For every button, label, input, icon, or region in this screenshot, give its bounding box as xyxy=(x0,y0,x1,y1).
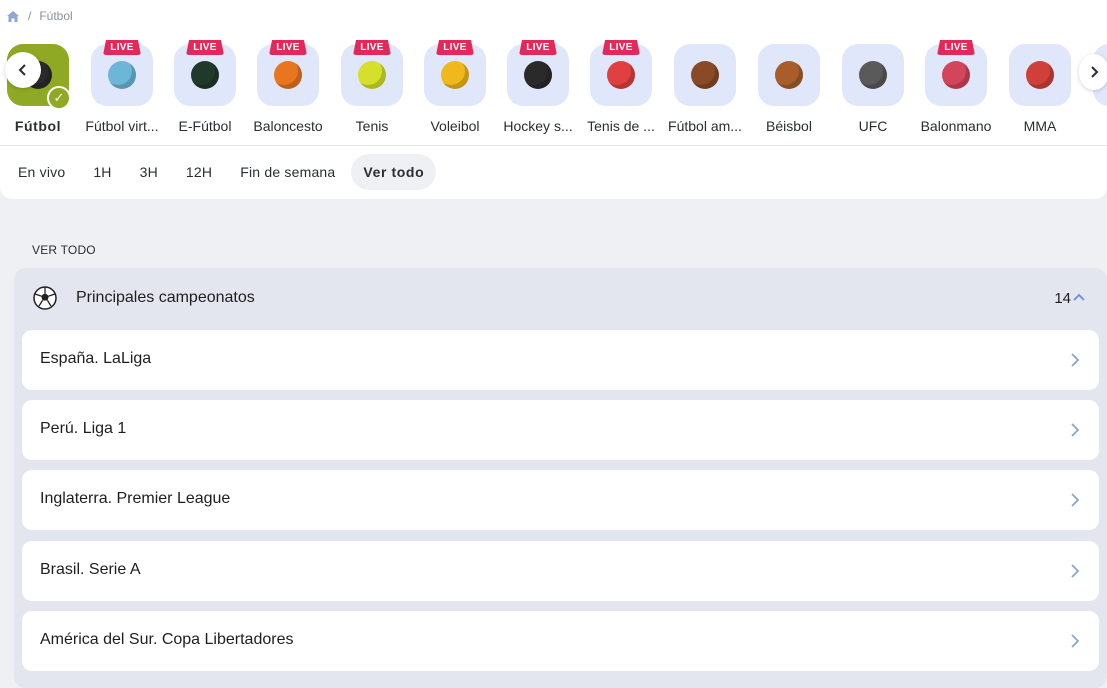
sport-name: Fútbol am... xyxy=(668,118,742,134)
carousel-prev-button[interactable] xyxy=(5,52,41,88)
chevron-right-icon xyxy=(1091,66,1099,78)
sport-tile: LIVE xyxy=(925,40,987,106)
handball-icon xyxy=(942,61,970,89)
filter-1h[interactable]: 1H xyxy=(81,154,123,190)
sport-item[interactable]: Béisbol xyxy=(747,42,831,138)
league-row[interactable]: Perú. Liga 1 xyxy=(22,400,1099,460)
filter-ver-todo[interactable]: Ver todo xyxy=(351,154,437,190)
sport-tile: LIVE xyxy=(507,40,569,106)
sport-name: Tenis de ... xyxy=(587,118,655,134)
sport-item[interactable]: LIVE Voleibol xyxy=(413,40,497,138)
live-badge: LIVE xyxy=(436,40,474,55)
sport-name: Fútbol virt... xyxy=(85,118,159,134)
sport-name: Béisbol xyxy=(766,118,812,134)
home-icon[interactable] xyxy=(6,10,20,23)
breadcrumb: / Fútbol xyxy=(6,7,73,25)
top-panel: / Fútbol ✓ Fútbol LIVE Fútbol virt... LIVE E-… xyxy=(0,0,1107,199)
ufc-glove-icon xyxy=(859,61,887,89)
chevron-up-icon[interactable] xyxy=(1073,293,1085,301)
group-name: Principales campeonatos xyxy=(76,289,255,306)
league-name: Brasil. Serie A xyxy=(40,561,141,578)
sport-item[interactable]: LIVE Balonmano xyxy=(914,40,998,138)
checkmark-icon: ✓ xyxy=(47,86,71,110)
chevron-right-icon xyxy=(1071,423,1079,437)
filter-en-vivo[interactable]: En vivo xyxy=(6,154,77,190)
tennis-ball-icon xyxy=(358,61,386,89)
sport-item[interactable]: LIVE Hockey s... xyxy=(496,40,580,138)
sport-name: MMA xyxy=(1023,118,1057,134)
championships-group: Principales campeonatos 14 España. LaLig… xyxy=(14,268,1107,688)
group-count: 14 xyxy=(1054,290,1071,307)
soccer-ball-icon xyxy=(33,286,57,310)
filter-fin-de-semana[interactable]: Fin de semana xyxy=(228,154,347,190)
sport-tile: LIVE xyxy=(174,40,236,106)
time-filters: En vivo 1H 3H 12H Fin de semana Ver todo xyxy=(6,154,440,190)
chevron-right-icon xyxy=(1071,353,1079,367)
group-header[interactable]: Principales campeonatos 14 xyxy=(14,268,1107,330)
chevron-right-icon xyxy=(1071,493,1079,507)
virtual-football-icon xyxy=(108,61,136,89)
live-badge: LIVE xyxy=(269,40,307,55)
sport-name: D xyxy=(1082,118,1107,134)
sport-name: E-Fútbol xyxy=(178,118,232,134)
sport-name: Balonmano xyxy=(920,118,992,134)
breadcrumb-current[interactable]: Fútbol xyxy=(39,9,72,23)
sport-item[interactable]: Fútbol am... xyxy=(663,42,747,138)
mma-glove-icon xyxy=(1026,61,1054,89)
baseball-icon xyxy=(775,61,803,89)
sports-carousel: ✓ Fútbol LIVE Fútbol virt... LIVE E-Fútbol LIV… xyxy=(0,40,1107,138)
sport-name: Tenis xyxy=(355,118,389,134)
live-badge: LIVE xyxy=(519,40,557,55)
sport-tile xyxy=(842,44,904,106)
sport-name: Fútbol xyxy=(14,118,62,134)
sport-name: Hockey s... xyxy=(503,118,573,134)
sport-item[interactable]: LIVE Tenis de ... xyxy=(579,40,663,138)
sport-item[interactable]: LIVE Fútbol virt... xyxy=(80,40,164,138)
chevron-right-icon xyxy=(1071,634,1079,648)
sport-tile: LIVE xyxy=(590,40,652,106)
volleyball-icon xyxy=(441,61,469,89)
filter-12h[interactable]: 12H xyxy=(174,154,224,190)
sport-item[interactable]: LIVE Tenis xyxy=(330,40,414,138)
sport-tile xyxy=(758,44,820,106)
carousel-next-button[interactable] xyxy=(1079,54,1107,90)
live-badge: LIVE xyxy=(103,40,141,55)
filter-3h[interactable]: 3H xyxy=(128,154,170,190)
chevron-left-icon xyxy=(18,64,26,76)
live-badge: LIVE xyxy=(353,40,391,55)
league-name: Perú. Liga 1 xyxy=(40,420,127,437)
sport-tile: LIVE xyxy=(91,40,153,106)
sport-item[interactable]: MMA xyxy=(998,42,1082,138)
league-row[interactable]: América del Sur. Copa Libertadores xyxy=(22,611,1099,671)
league-name: América del Sur. Copa Libertadores xyxy=(40,631,294,648)
sport-tile xyxy=(674,44,736,106)
live-badge: LIVE xyxy=(602,40,640,55)
league-name: Inglaterra. Premier League xyxy=(40,490,231,507)
sport-name: Baloncesto xyxy=(253,118,323,134)
american-football-icon xyxy=(691,61,719,89)
section-title: VER TODO xyxy=(32,243,96,257)
sport-item[interactable]: UFC xyxy=(831,42,915,138)
league-row[interactable]: Inglaterra. Premier League xyxy=(22,470,1099,530)
live-badge: LIVE xyxy=(186,40,224,55)
sport-tile: LIVE xyxy=(257,40,319,106)
sport-name: UFC xyxy=(858,118,888,134)
table-tennis-icon xyxy=(607,61,635,89)
sport-item[interactable]: LIVE E-Fútbol xyxy=(163,40,247,138)
breadcrumb-separator: / xyxy=(28,9,32,23)
sport-tile xyxy=(1009,44,1071,106)
league-row[interactable]: Brasil. Serie A xyxy=(22,541,1099,601)
sport-tile: LIVE xyxy=(424,40,486,106)
esoccer-icon xyxy=(191,61,219,89)
chevron-right-icon xyxy=(1071,564,1079,578)
hockey-puck-icon xyxy=(524,61,552,89)
league-row[interactable]: España. LaLiga xyxy=(22,330,1099,390)
live-badge: LIVE xyxy=(937,40,975,55)
basketball-icon xyxy=(274,61,302,89)
sport-tile: LIVE xyxy=(341,40,403,106)
sport-name: Voleibol xyxy=(430,118,480,134)
league-name: España. LaLiga xyxy=(40,350,152,367)
divider xyxy=(0,145,1107,146)
sport-item[interactable]: LIVE Baloncesto xyxy=(246,40,330,138)
